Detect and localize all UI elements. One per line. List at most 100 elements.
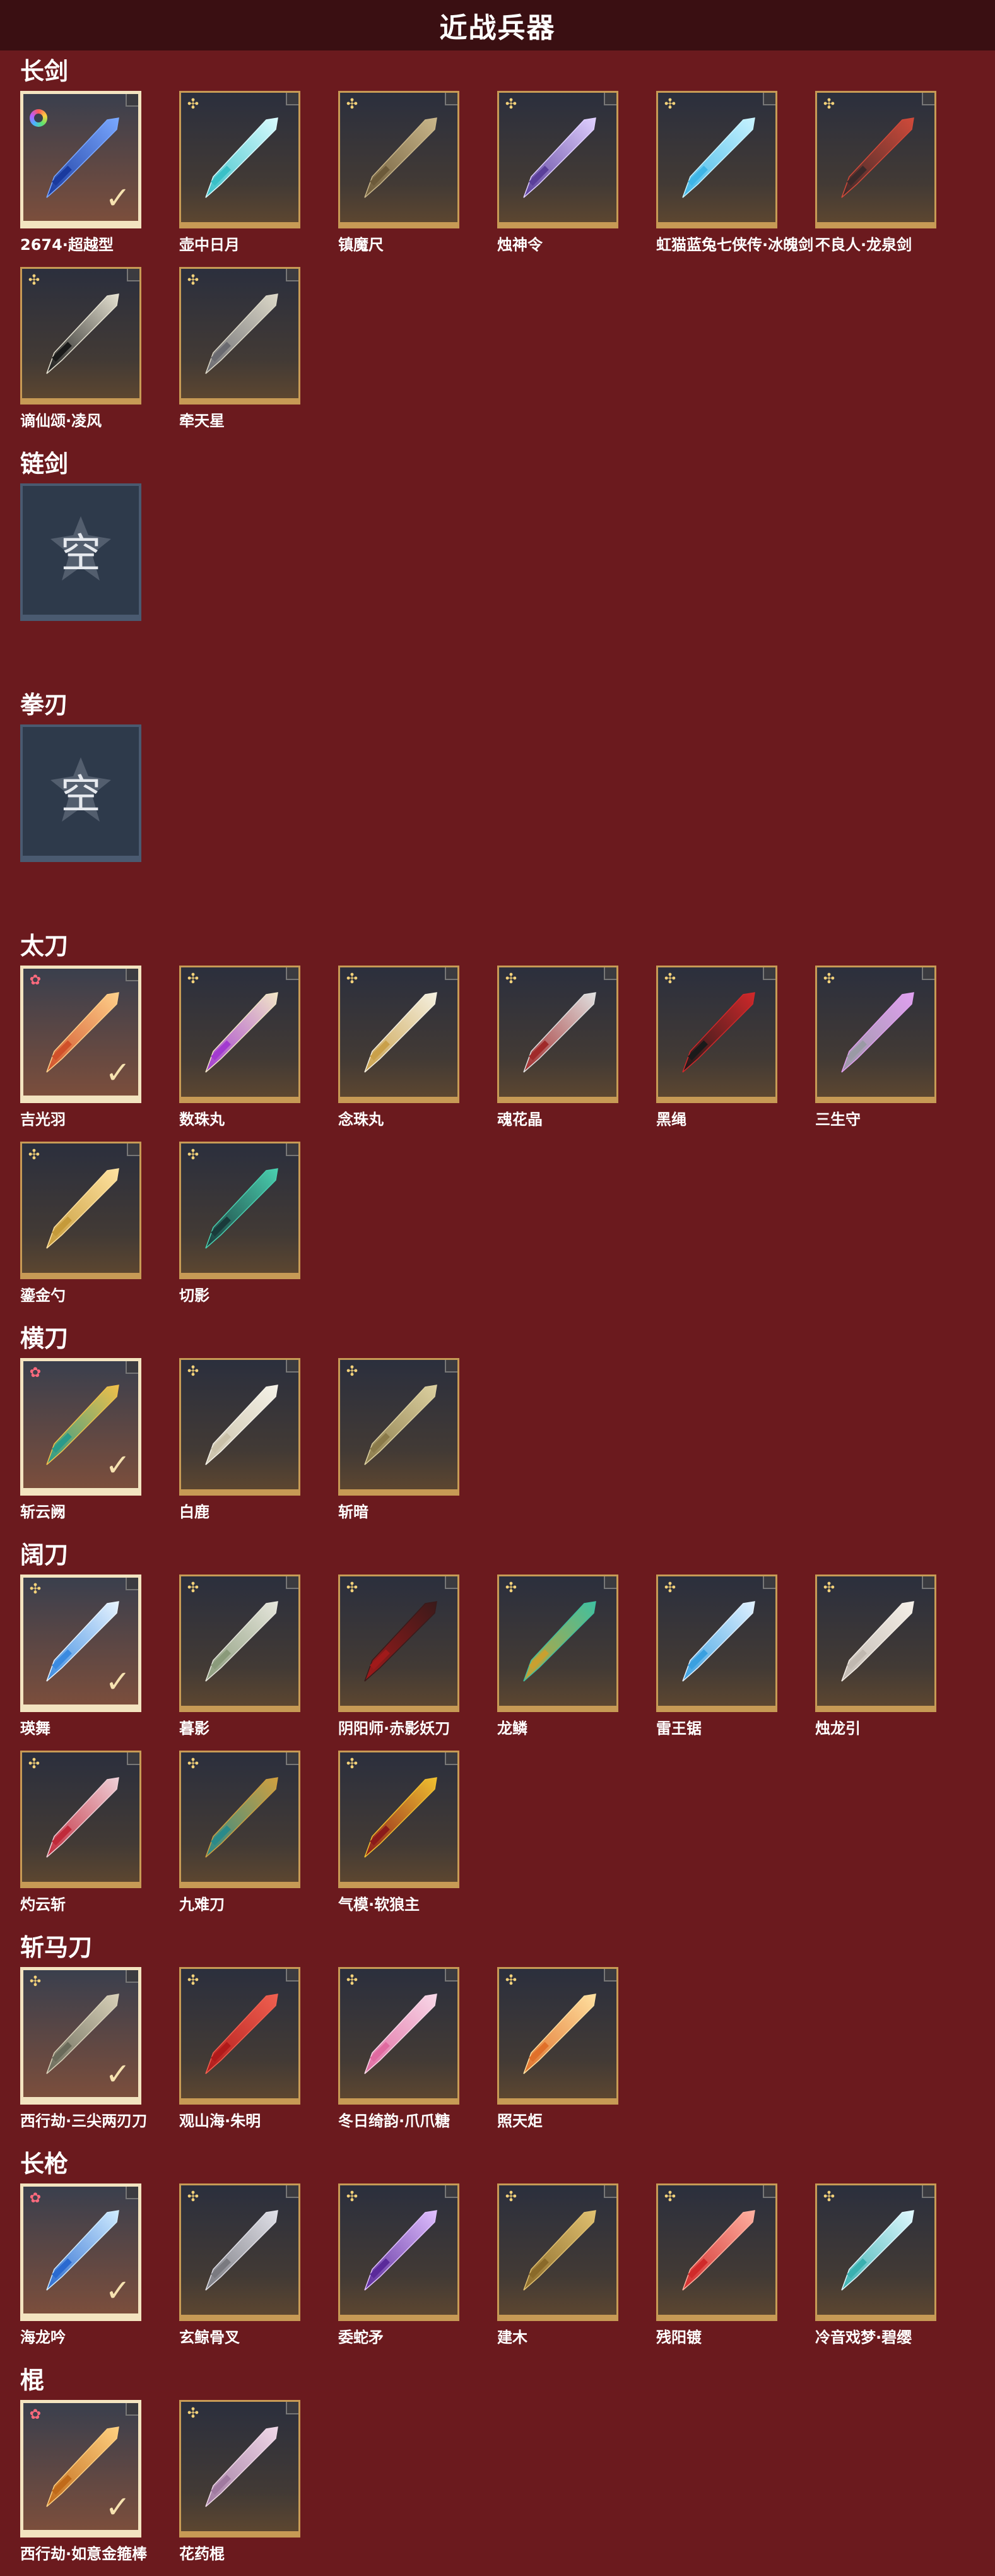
- weapon-item[interactable]: ✣ 建木: [497, 2183, 644, 2347]
- corner-fold-icon: [126, 1970, 138, 1983]
- weapon-section: 横刀 ✿ ✓ 斩云阙 ✣ 白鹿 ✣ 斩暗: [0, 1324, 995, 1534]
- weapon-item[interactable]: ✣ 白鹿: [179, 1358, 326, 1521]
- weapon-item[interactable]: ✣ ✓ 瑛舞: [20, 1575, 167, 1738]
- weapon-item[interactable]: ✣ 观山海·朱明: [179, 1967, 326, 2130]
- weapon-item[interactable]: ✣ 照天炬: [497, 1967, 644, 2130]
- weapon-name: 虹猫蓝兔七侠传·冰魄剑: [656, 236, 814, 254]
- corner-fold-icon: [286, 1752, 298, 1765]
- weapon-item[interactable]: ✿ ✓ 吉光羽: [20, 966, 167, 1129]
- weapon-image: [364, 1776, 437, 1858]
- weapon-item[interactable]: ✣ 谪仙颂·凌风: [20, 267, 167, 430]
- weapon-item[interactable]: ✣ 三生守: [815, 966, 962, 1129]
- weapon-image: [205, 2426, 278, 2507]
- weapon-card: ✣: [179, 267, 300, 405]
- section-title: 长剑: [20, 57, 69, 85]
- weapon-image: [523, 117, 596, 198]
- weapon-item[interactable]: ✣ 雷王锯: [656, 1575, 803, 1738]
- weapon-item[interactable]: ✣ 切影: [179, 1142, 326, 1305]
- empty-slot[interactable]: 空: [20, 483, 167, 621]
- section-title: 棍: [20, 2366, 45, 2394]
- weapon-card: ✣: [20, 1142, 141, 1279]
- weapon-item[interactable]: ✣ 念珠丸: [338, 966, 485, 1129]
- weapon-item[interactable]: ✣ 魂花晶: [497, 966, 644, 1129]
- weapon-card: ✣: [20, 1751, 141, 1888]
- weapon-catalog: 长剑 ✓ 2674·超越型 ✣ 壶中日月 ✣ 镇魔尺 ✣ 烛神令 ✣ 虹猫蓝兔七侠传·冰魄剑 ✣ 不良人…: [0, 57, 995, 2576]
- empty-slot[interactable]: 空: [20, 724, 167, 862]
- weapon-item[interactable]: ✣ 壶中日月: [179, 91, 326, 254]
- weapon-item[interactable]: ✣ 不良人·龙泉剑: [815, 91, 962, 254]
- weapon-card: ✓: [20, 91, 141, 228]
- star-rarity-icon: ✣: [187, 1973, 199, 1988]
- empty-slot-card: 空: [20, 724, 141, 862]
- weapon-image: [46, 293, 119, 374]
- star-rarity-icon: ✣: [29, 1974, 42, 1990]
- weapon-section: 斩马刀 ✣ ✓ 西行劫·三尖两刃刀 ✣ 观山海·朱明 ✣ 冬日绮韵·爪爪糖 ✣ 照天炬: [0, 1933, 995, 2143]
- weapon-item[interactable]: ✓ 2674·超越型: [20, 91, 167, 254]
- weapon-card: ✿ ✓: [20, 1358, 141, 1496]
- corner-fold-icon: [445, 1969, 457, 1982]
- star-rarity-icon: ✣: [187, 1580, 199, 1596]
- corner-fold-icon: [286, 1969, 298, 1982]
- weapon-name: 海龙吟: [20, 2329, 66, 2346]
- equipped-check-icon: ✓: [105, 1448, 131, 1483]
- weapon-card: ✿ ✓: [20, 2400, 141, 2538]
- weapon-card: ✿ ✓: [20, 966, 141, 1103]
- page-title: 近战兵器: [439, 12, 556, 44]
- weapon-item[interactable]: ✣ 数珠丸: [179, 966, 326, 1129]
- star-rarity-icon: ✣: [664, 1580, 676, 1596]
- section-title: 横刀: [20, 1325, 69, 1352]
- weapon-item[interactable]: ✣ 灼云斩: [20, 1751, 167, 1914]
- weapon-item[interactable]: ✣ 虹猫蓝兔七侠传·冰魄剑: [656, 91, 814, 254]
- star-rarity-icon: ✣: [505, 2189, 517, 2205]
- weapon-item[interactable]: ✣ 花药棍: [179, 2400, 326, 2563]
- weapon-item[interactable]: ✣ 烛龙引: [815, 1575, 962, 1738]
- weapon-item[interactable]: ✣ 玄鲸骨叉: [179, 2183, 326, 2347]
- weapon-image: [682, 2209, 755, 2291]
- weapon-name: 2674·超越型: [20, 236, 114, 254]
- star-rarity-icon: ✣: [187, 273, 199, 288]
- weapon-item[interactable]: ✣ 残阳镀: [656, 2183, 803, 2347]
- weapon-item[interactable]: ✣ 冷音戏梦·碧缨: [815, 2183, 962, 2347]
- weapon-card: ✣: [656, 91, 777, 228]
- weapon-card: ✣: [179, 966, 300, 1103]
- weapon-name: 切影: [179, 1287, 209, 1304]
- weapon-item[interactable]: ✣ 烛神令: [497, 91, 644, 254]
- weapon-item[interactable]: ✿ ✓ 西行劫·如意金箍棒: [20, 2400, 167, 2563]
- weapon-item[interactable]: ✣ 黑绳: [656, 966, 803, 1129]
- weapon-item[interactable]: ✣ 鎏金勺: [20, 1142, 167, 1305]
- weapon-item[interactable]: ✣ 镇魔尺: [338, 91, 485, 254]
- weapon-image: [841, 117, 914, 198]
- weapon-item[interactable]: ✣ 斩暗: [338, 1358, 485, 1521]
- weapon-name: 牵天星: [179, 412, 225, 430]
- empty-slot-card: 空: [20, 483, 141, 621]
- weapon-item[interactable]: ✣ 委蛇矛: [338, 2183, 485, 2347]
- weapon-item[interactable]: ✣ 九难刀: [179, 1751, 326, 1914]
- weapon-image: [364, 2209, 437, 2291]
- equipped-check-icon: ✓: [105, 180, 131, 216]
- weapon-item[interactable]: ✿ ✓ 斩云阙: [20, 1358, 167, 1521]
- star-rarity-icon: ✣: [505, 1580, 517, 1596]
- equipped-check-icon: ✓: [105, 1055, 131, 1090]
- weapon-item[interactable]: ✣ 气模·软狼主: [338, 1751, 485, 1914]
- weapon-item[interactable]: ✣ 暮影: [179, 1575, 326, 1738]
- weapon-item[interactable]: ✣ 冬日绮韵·爪爪糖: [338, 1967, 485, 2130]
- weapon-image: [205, 293, 278, 374]
- weapon-card: ✣ ✓: [20, 1575, 141, 1712]
- weapon-name: 九难刀: [179, 1896, 225, 1913]
- weapon-item[interactable]: ✣ ✓ 西行劫·三尖两刃刀: [20, 1967, 167, 2130]
- weapon-item[interactable]: ✣ 阴阳师·赤影妖刀: [338, 1575, 485, 1738]
- corner-fold-icon: [445, 967, 457, 980]
- weapon-item[interactable]: ✿ ✓ 海龙吟: [20, 2183, 167, 2347]
- weapon-grid: 空: [20, 724, 995, 925]
- corner-fold-icon: [604, 967, 616, 980]
- weapon-item[interactable]: ✣ 牵天星: [179, 267, 326, 430]
- weapon-item[interactable]: ✣ 龙鳞: [497, 1575, 644, 1738]
- star-rarity-icon: ✣: [664, 971, 676, 987]
- star-rarity-icon: ✣: [28, 1756, 40, 1772]
- weapon-image: [205, 1600, 278, 1682]
- weapon-grid: ✓ 2674·超越型 ✣ 壶中日月 ✣ 镇魔尺 ✣ 烛神令 ✣ 虹猫蓝兔七侠传·冰魄剑 ✣ 不良人·龙…: [20, 91, 995, 443]
- star-rarity-icon: ✣: [187, 1756, 199, 1772]
- weapon-card: ✣: [338, 2183, 459, 2321]
- weapon-name: 观山海·朱明: [179, 2112, 261, 2130]
- weapon-name: 烛神令: [497, 236, 543, 254]
